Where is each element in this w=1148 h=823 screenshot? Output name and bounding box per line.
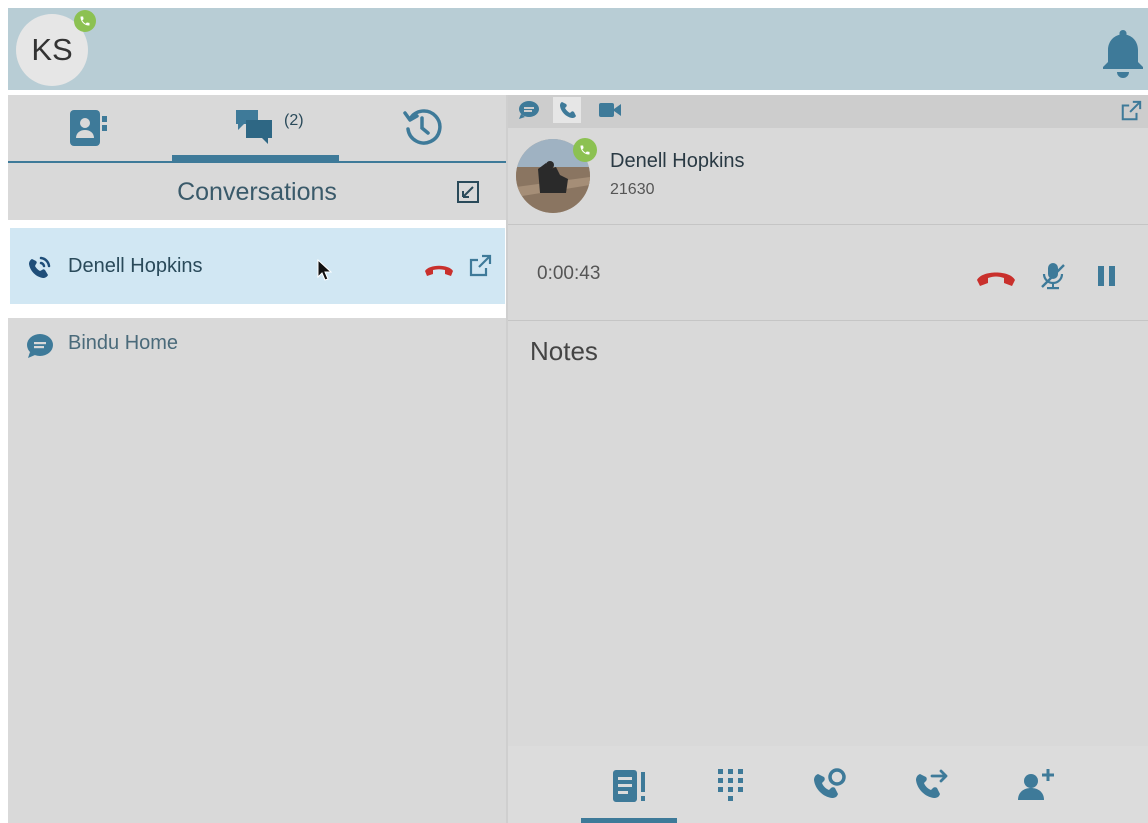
tab-conversations[interactable]: (2) — [234, 106, 304, 146]
call-ringing-icon — [24, 253, 54, 283]
notifications-bell-icon[interactable] — [1098, 26, 1148, 78]
hold-pause-icon[interactable] — [1096, 264, 1118, 288]
presence-status-icon — [74, 10, 96, 32]
history-clock-icon — [403, 109, 442, 145]
mouse-cursor-icon — [316, 258, 332, 282]
conversations-heading: Conversations — [8, 165, 506, 219]
divider — [508, 320, 1148, 321]
toolbar-active-indicator — [581, 818, 677, 823]
detach-window-icon[interactable] — [1120, 100, 1142, 122]
tab-history[interactable] — [402, 107, 442, 147]
collapse-icon[interactable] — [456, 180, 480, 204]
tab-bar-divider — [8, 161, 506, 163]
conversations-title: Conversations — [177, 177, 337, 206]
phone-icon — [560, 102, 576, 118]
top-bar — [8, 8, 1148, 90]
mute-microphone-icon[interactable] — [1040, 261, 1066, 291]
contact-header — [508, 129, 1148, 224]
end-call-icon[interactable] — [975, 265, 1017, 287]
chat-icon — [26, 333, 54, 359]
call-park-icon[interactable] — [810, 766, 850, 804]
contact-presence-icon — [573, 138, 597, 162]
contact-name: Denell Hopkins — [610, 150, 745, 172]
contacts-book-icon — [70, 110, 107, 146]
popout-icon[interactable] — [468, 254, 492, 278]
dialpad-icon[interactable] — [716, 767, 746, 803]
call-transfer-icon[interactable] — [912, 766, 952, 804]
conversation-name: Denell Hopkins — [68, 255, 203, 277]
call-duration: 0:00:43 — [537, 263, 601, 284]
notes-label: Notes — [530, 336, 598, 366]
chat-bubbles-icon — [236, 110, 272, 144]
tab-contacts[interactable] — [68, 108, 110, 148]
contact-number: 21630 — [610, 181, 655, 198]
hangup-icon[interactable] — [423, 259, 455, 277]
notes-tool-icon[interactable] — [611, 768, 649, 804]
divider — [508, 224, 1148, 225]
active-tab-indicator — [172, 155, 339, 161]
media-tab-phone[interactable] — [553, 97, 581, 123]
media-tab-video-icon[interactable] — [598, 101, 622, 119]
notes-area[interactable] — [508, 378, 1148, 744]
user-initials: KS — [31, 32, 73, 67]
conversations-count: (2) — [284, 112, 304, 129]
add-participant-icon[interactable] — [1016, 766, 1056, 804]
conversation-name[interactable]: Bindu Home — [68, 332, 178, 355]
media-tab-chat-icon[interactable] — [518, 100, 540, 120]
